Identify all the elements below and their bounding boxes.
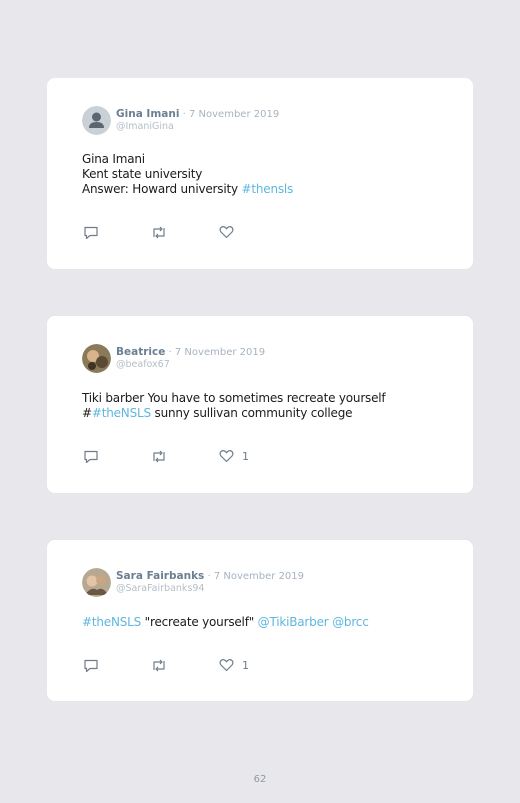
tweet-text: #theNSLS "recreate yourself" @TikiBarber…: [82, 615, 442, 630]
retweet-icon: [153, 226, 165, 239]
mention-link[interactable]: @brcc: [332, 615, 369, 629]
reply-icon: [84, 450, 98, 464]
tweet-text: Tiki barber You have to sometimes recrea…: [82, 391, 442, 421]
like-count: 1: [242, 449, 249, 463]
avatar[interactable]: [82, 568, 111, 597]
tweet-date: · 7 November 2019: [165, 347, 266, 358]
avatar[interactable]: [82, 106, 111, 135]
retweet-icon: [153, 450, 165, 463]
like-icon: [219, 225, 234, 239]
avatar[interactable]: [82, 344, 111, 373]
like-button[interactable]: [219, 225, 234, 239]
text-line: Answer: Howard university #thensls: [82, 182, 442, 197]
tweet-card: Beatrice · 7 November 2019 @beafox67 Tik…: [47, 316, 473, 493]
text-line: Gina Imani: [82, 152, 145, 166]
like-icon: [219, 658, 234, 672]
hashtag-link[interactable]: #theNSLS: [92, 406, 151, 420]
retweet-button[interactable]: [150, 658, 168, 673]
retweet-button[interactable]: [150, 449, 168, 464]
text-line: Kent state university: [82, 167, 203, 181]
text-line: #theNSLS "recreate yourself" @TikiBarber…: [82, 615, 442, 630]
tweet-card: Gina Imani · 7 November 2019 @ImaniGina …: [47, 78, 473, 269]
retweet-icon: [153, 659, 165, 672]
text-span: Answer: Howard university: [82, 182, 242, 196]
tweet-date: · 7 November 2019: [179, 109, 280, 120]
retweet-button[interactable]: [150, 225, 168, 240]
tweet-card: Sara Fairbanks · 7 November 2019 @SaraFa…: [47, 540, 473, 701]
like-icon: [219, 449, 234, 463]
author-name[interactable]: Gina Imani: [116, 108, 179, 120]
text-line: Tiki barber You have to sometimes recrea…: [82, 391, 386, 405]
hashtag-link[interactable]: #thensls: [242, 182, 294, 196]
reply-button[interactable]: [83, 225, 99, 240]
author-handle[interactable]: @SaraFairbanks94: [116, 583, 204, 594]
reply-icon: [84, 659, 98, 673]
tweet-date: · 7 November 2019: [204, 571, 305, 582]
author-handle[interactable]: @ImaniGina: [116, 121, 174, 132]
text-line: ##theNSLS sunny sullivan community colle…: [82, 406, 442, 421]
hashtag-link[interactable]: #theNSLS: [82, 615, 141, 629]
like-count: 1: [242, 658, 249, 672]
page-number: 62: [253, 774, 267, 785]
tweet-text: Gina Imani Kent state university Answer:…: [82, 152, 442, 197]
author-handle[interactable]: @beafox67: [116, 359, 170, 370]
text-span: "recreate yourself": [141, 615, 258, 629]
text-span: #: [82, 406, 92, 420]
like-button[interactable]: 1: [219, 658, 249, 672]
like-button[interactable]: 1: [219, 449, 249, 463]
reply-icon: [84, 226, 98, 240]
reply-button[interactable]: [83, 658, 99, 673]
reply-button[interactable]: [83, 449, 99, 464]
author-name[interactable]: Sara Fairbanks: [116, 570, 204, 582]
text-span: sunny sullivan community college: [150, 406, 353, 420]
mention-link[interactable]: @TikiBarber: [258, 615, 329, 629]
author-name[interactable]: Beatrice: [116, 346, 165, 358]
